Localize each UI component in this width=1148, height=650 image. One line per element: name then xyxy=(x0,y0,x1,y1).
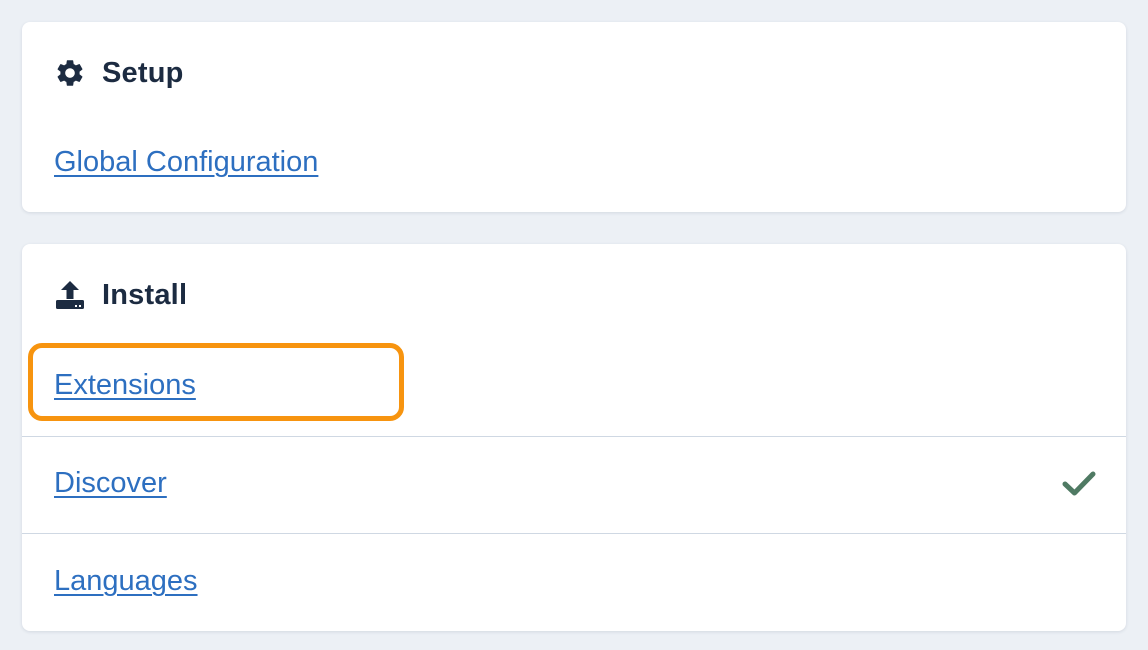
languages-link[interactable]: Languages xyxy=(54,565,198,598)
extensions-link[interactable]: Extensions xyxy=(54,369,196,402)
list-item-languages[interactable]: Languages xyxy=(22,534,1126,631)
setup-header: Setup xyxy=(54,53,184,93)
list-item-discover[interactable]: Discover xyxy=(22,437,1126,533)
list-item-global-configuration[interactable]: Global Configuration xyxy=(22,120,1126,212)
install-header: Install xyxy=(54,275,187,315)
checkmark-icon xyxy=(1062,471,1096,502)
gear-icon xyxy=(54,56,88,90)
global-configuration-link[interactable]: Global Configuration xyxy=(54,146,318,179)
install-title: Install xyxy=(102,278,188,311)
list-item-extensions[interactable]: Extensions xyxy=(22,342,1126,436)
install-card: Install Extensions Discover Languages xyxy=(22,244,1126,631)
upload-icon xyxy=(54,278,88,312)
discover-link[interactable]: Discover xyxy=(54,467,167,500)
setup-title: Setup xyxy=(102,56,184,89)
setup-card: Setup Global Configuration xyxy=(22,22,1126,212)
